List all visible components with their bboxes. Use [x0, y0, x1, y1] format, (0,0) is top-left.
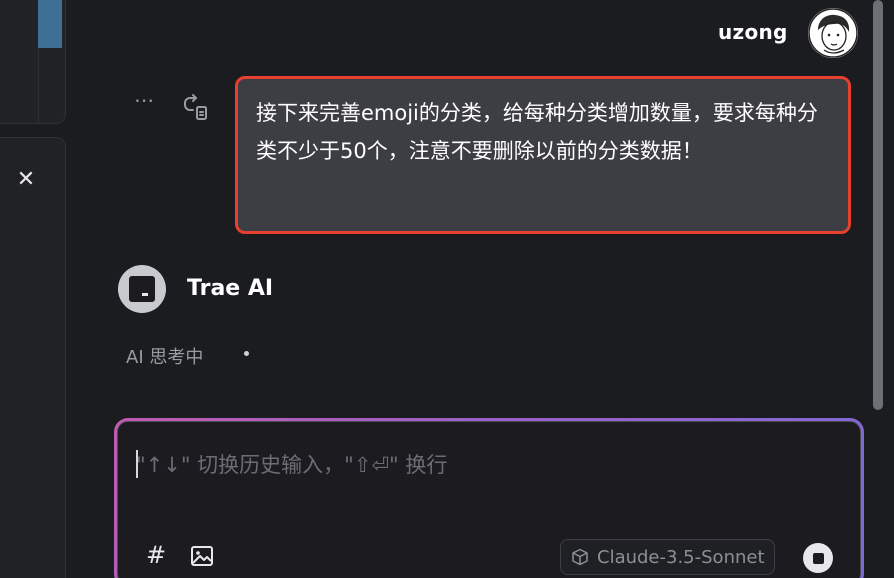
cube-icon — [572, 548, 588, 566]
left-bottom-panel — [0, 137, 66, 578]
ai-avatar — [118, 265, 166, 313]
user-message-bubble: 接下来完善emoji的分类，给每种分类增加数量，要求每种分类不少于50个，注意不… — [235, 76, 851, 234]
retry-icon[interactable] — [182, 94, 210, 122]
user-name: uzong — [718, 20, 788, 44]
hash-icon[interactable]: # — [143, 542, 169, 568]
panel-divider — [38, 48, 39, 124]
text-caret — [136, 450, 138, 478]
user-message-text: 接下来完善emoji的分类，给每种分类增加数量，要求每种分类不少于50个，注意不… — [256, 101, 818, 163]
close-icon[interactable]: ✕ — [14, 168, 38, 192]
thinking-indicator — [244, 351, 249, 356]
more-icon[interactable]: ⋯ — [130, 90, 158, 114]
ai-name: Trae AI — [187, 276, 274, 301]
stop-button[interactable] — [803, 543, 833, 573]
scrollbar[interactable] — [873, 0, 883, 410]
thinking-status: AI 思考中 — [126, 347, 204, 368]
chat-panel: uzong ⋯ 接下来完善emoji的分类，给每种分类增加数量，要求每种分类不少… — [78, 0, 894, 578]
model-name: Claude-3.5-Sonnet — [597, 546, 765, 568]
model-selector[interactable]: Claude-3.5-Sonnet — [560, 539, 775, 575]
terminal-icon — [129, 276, 155, 302]
chat-input[interactable] — [136, 448, 816, 482]
image-icon[interactable] — [190, 544, 214, 568]
left-top-panel — [0, 0, 66, 124]
stop-icon — [812, 552, 824, 564]
chat-input-box: # Claude-3.5-Sonnet — [114, 418, 864, 578]
chat-input-inner: # Claude-3.5-Sonnet — [117, 421, 861, 578]
accent-bar — [38, 0, 62, 48]
user-avatar[interactable] — [808, 8, 858, 58]
app-window: ✕ uzong ⋯ 接下来完善emoji的分类，给每种分类增加数量，要求每种分类… — [0, 0, 894, 578]
